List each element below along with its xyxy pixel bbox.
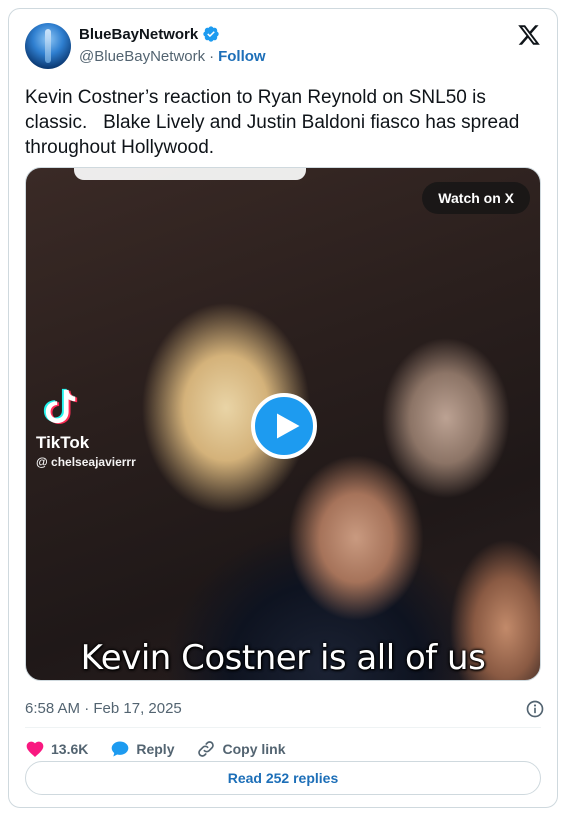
tiktok-brand-label: TikTok [36,433,90,452]
action-bar: 13.6K Reply Copy link [25,737,308,761]
avatar[interactable] [25,23,71,69]
author-display-name[interactable]: BlueBayNetwork [79,26,198,43]
author-handle-row: @BlueBayNetwork · Follow [79,48,266,65]
video-player[interactable]: Watch on X TikTok @ chelseajavierrr Kevi… [25,167,541,681]
separator-dot: · [209,48,215,65]
reply-bubble-icon [112,741,129,757]
tweet-header: BlueBayNetwork @BlueBayNetwork · Follow [25,21,543,69]
read-replies-button[interactable]: Read 252 replies [25,761,541,795]
overlay-strip [74,168,306,180]
x-logo-icon[interactable] [517,23,541,47]
copy-link-button[interactable]: Copy link [196,739,286,759]
tweet-timestamp[interactable]: 6:58 AM · Feb 17, 2025 [25,700,182,717]
tiktok-logo-icon [43,388,78,425]
verified-badge-icon [203,26,219,42]
info-icon[interactable] [525,699,545,719]
author-name-row: BlueBayNetwork [79,25,220,43]
divider [25,727,541,728]
author-handle[interactable]: @BlueBayNetwork [79,48,205,65]
like-button[interactable]: 13.6K [25,739,88,759]
follow-button[interactable]: Follow [218,48,266,65]
reply-label: Reply [136,741,175,757]
tweet-card[interactable]: BlueBayNetwork @BlueBayNetwork · Follow … [8,8,558,808]
play-icon [277,413,300,439]
video-caption: Kevin Costner is all of us [80,638,486,678]
reply-button[interactable]: Reply [110,739,174,759]
like-count: 13.6K [51,741,89,757]
link-icon [198,741,215,757]
tiktok-username: @ chelseajavierrr [36,455,136,469]
watch-on-x-button[interactable]: Watch on X [422,182,530,214]
copy-link-label: Copy link [222,741,286,757]
tiktok-watermark: TikTok @ chelseajavierrr [36,386,136,469]
heart-icon [26,741,44,757]
timestamp-row: 6:58 AM · Feb 17, 2025 [25,699,545,721]
tweet-text: Kevin Costner’s reaction to Ryan Reynold… [25,87,525,158]
play-button[interactable] [251,393,317,459]
